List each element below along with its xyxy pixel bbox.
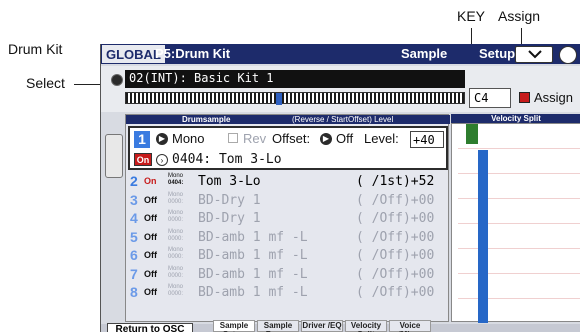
row-number: 5	[130, 228, 138, 245]
mode-popup-icon[interactable]: ▶	[156, 133, 168, 145]
velocity-bar-layer-2	[478, 150, 488, 323]
callout-drumkit: Drum Kit	[8, 41, 63, 57]
page-menu-button[interactable]	[515, 46, 553, 63]
screenshot-root: KEY Assign Drum Kit Select GLOBAL P5:Dru…	[0, 0, 580, 332]
sample-rows: 2 On Mono 0404: Tom 3-Lo ( /1st)+52 3 Off…	[126, 173, 450, 303]
row-sample-name[interactable]: BD-Dry 1	[198, 193, 261, 208]
row-sample-name[interactable]: BD-amb 1 mf -L	[198, 267, 308, 282]
row-mono-label: Mono 0000:	[168, 191, 184, 205]
mode-value[interactable]: Mono	[172, 131, 205, 146]
row-sample-name[interactable]: BD-amb 1 mf -L	[198, 285, 308, 300]
velocity-bar-layer-1	[466, 124, 478, 144]
col-drumsample: Drumsample	[182, 115, 231, 124]
row-state[interactable]: Off	[144, 250, 157, 260]
rev-label: Rev	[243, 131, 267, 146]
row-sample-name[interactable]: BD-amb 1 mf -L	[198, 230, 308, 245]
list-item[interactable]: 6 Off Mono 0000: BD-amb 1 mf -L ( /Off)+0…	[126, 247, 450, 266]
sample-number: 1	[134, 131, 150, 148]
tab-voice-mixer[interactable]: Voice /Mixer	[389, 320, 431, 332]
callout-select: Select	[26, 75, 65, 91]
chevron-down-icon	[528, 50, 542, 59]
col-reverse-level: (Reverse / StartOffset) Level	[292, 115, 394, 124]
key-field[interactable]: C4	[469, 88, 511, 108]
page-title: P5:Drum Kit	[155, 46, 231, 61]
row-mono-label: Mono 0000:	[168, 228, 184, 242]
row-mono-label: Mono 0000:	[168, 210, 184, 223]
tab-velocity-split[interactable]: Velocity Split	[345, 320, 387, 332]
row-mono-label: Mono 0000:	[168, 265, 184, 279]
row-level-value[interactable]: ( /Off)+00	[356, 193, 434, 208]
velocity-split-header: Velocity Split	[451, 114, 580, 123]
list-item[interactable]: 5 Off Mono 0000: BD-amb 1 mf -L ( /Off)+0…	[126, 229, 450, 248]
kit-popup-icon[interactable]	[111, 74, 123, 86]
callout-key: KEY	[457, 8, 486, 24]
callout-assign: Assign	[498, 8, 541, 24]
selected-sample-row[interactable]: 1 ▶ Mono Rev Offset: ▶ Off Level: +40 On…	[128, 126, 448, 170]
row-level-value[interactable]: ( /Off)+00	[356, 248, 434, 263]
circle-button[interactable]	[559, 46, 577, 64]
row-scroll-handle[interactable]	[105, 134, 123, 178]
row-state[interactable]: Off	[144, 232, 157, 242]
rev-checkbox[interactable]	[228, 133, 238, 143]
offset-value[interactable]: Off	[336, 131, 353, 146]
assign-label: Assign	[534, 90, 574, 105]
list-item[interactable]: 3 Off Mono 0000: BD-Dry 1 ( /Off)+00	[126, 192, 450, 211]
tab-sample-setup[interactable]: Sample Setup	[213, 320, 255, 332]
row-state[interactable]: Off	[144, 213, 157, 223]
list-item[interactable]: 2 On Mono 0404: Tom 3-Lo ( /1st)+52	[126, 173, 450, 192]
key-marker	[276, 93, 282, 105]
row-mono-label: Mono 0000:	[168, 247, 184, 260]
level-label: Level:	[364, 131, 399, 146]
keyboard-display[interactable]	[125, 92, 465, 105]
sample-value[interactable]: 0404: Tom 3-Lo	[172, 152, 282, 167]
drum-kit-select[interactable]: 02(INT): Basic Kit 1	[125, 70, 465, 88]
velocity-grid	[458, 124, 580, 323]
row-mono-label: Mono 0404:	[168, 173, 184, 186]
row-level-value[interactable]: ( /Off)+00	[356, 230, 434, 245]
offset-popup-icon[interactable]: ▶	[320, 133, 332, 145]
tab-title: Sample	[401, 46, 448, 61]
row-number: 8	[130, 284, 138, 300]
list-item[interactable]: 7 Off Mono 0000: BD-amb 1 mf -L ( /Off)+0…	[126, 266, 450, 285]
level-field[interactable]: +40	[410, 131, 444, 148]
row-sample-name[interactable]: BD-Dry 1	[198, 211, 261, 226]
row-level-value[interactable]: ( /Off)+00	[356, 211, 434, 226]
row-sample-name[interactable]: BD-amb 1 mf -L	[198, 248, 308, 263]
row-number: 3	[130, 191, 138, 208]
assign-checkbox[interactable]	[519, 92, 530, 103]
row-state[interactable]: Off	[144, 287, 157, 297]
row-level-value[interactable]: ( /Off)+00	[356, 267, 434, 282]
tab-driver-eq[interactable]: Driver /EQ	[301, 320, 343, 332]
drum-kit-select-area: 02(INT): Basic Kit 1 C4 Assign	[101, 66, 580, 112]
row-sample-name[interactable]: Tom 3-Lo	[198, 174, 261, 189]
row-mono-label: Mono 0000:	[168, 284, 184, 297]
list-item[interactable]: 4 Off Mono 0000: BD-Dry 1 ( /Off)+00	[126, 210, 450, 229]
panel-header: Drumsample (Reverse / StartOffset) Level	[126, 115, 450, 124]
sample-popup-icon[interactable]: ›	[156, 154, 168, 166]
return-to-osc-button[interactable]: Return to OSC	[107, 323, 193, 332]
list-item[interactable]: 8 Off Mono 0000: BD-amb 1 mf -L ( /Off)+0…	[126, 284, 450, 303]
row-state[interactable]: On	[144, 176, 157, 186]
row-number: 4	[130, 210, 138, 226]
row-level-value[interactable]: ( /1st)+52	[356, 174, 434, 189]
lcd-screen: GLOBAL P5:Drum Kit Sample Setup 02(INT):…	[100, 44, 580, 332]
row-number: 7	[130, 265, 138, 282]
on-toggle[interactable]: On	[134, 153, 152, 166]
drumsample-panel: Drumsample (Reverse / StartOffset) Level…	[125, 114, 450, 322]
row-number: 6	[130, 247, 138, 263]
tab-sample-param[interactable]: Sample Param	[257, 320, 299, 332]
velocity-split-graph[interactable]	[451, 123, 580, 323]
row-level-value[interactable]: ( /Off)+00	[356, 285, 434, 300]
tab-title-2: Setup	[479, 46, 516, 61]
title-bar: GLOBAL P5:Drum Kit Sample Setup	[101, 44, 580, 64]
offset-label: Offset:	[272, 131, 311, 146]
row-state[interactable]: Off	[144, 269, 157, 279]
row-state[interactable]: Off	[144, 195, 157, 205]
row-number: 2	[130, 173, 138, 189]
